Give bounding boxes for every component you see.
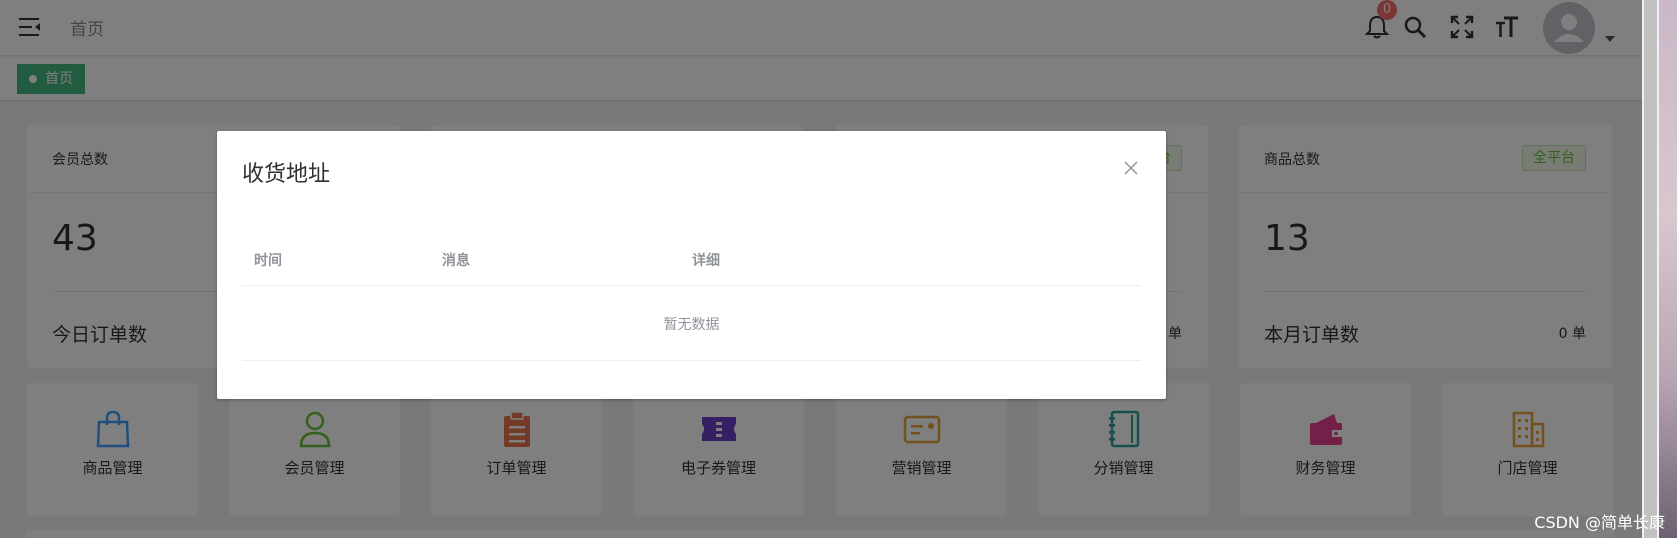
column-header-detail: 详细 xyxy=(692,253,720,269)
column-header-time: 时间 xyxy=(254,253,282,269)
column-header-message: 消息 xyxy=(442,253,470,269)
table-bottom-divider xyxy=(242,360,1141,361)
dialog-title: 收货地址 xyxy=(242,162,331,187)
shipping-address-dialog: 收货地址 时间 消息 详细 暂无数据 xyxy=(217,131,1166,399)
table-header-divider xyxy=(242,285,1141,286)
desktop-background xyxy=(1659,0,1677,538)
watermark: CSDN @简单长康 xyxy=(1534,513,1665,532)
empty-state-text: 暂无数据 xyxy=(663,317,720,333)
close-icon[interactable] xyxy=(1123,160,1139,176)
scrollbar-thumb[interactable] xyxy=(1644,0,1657,538)
